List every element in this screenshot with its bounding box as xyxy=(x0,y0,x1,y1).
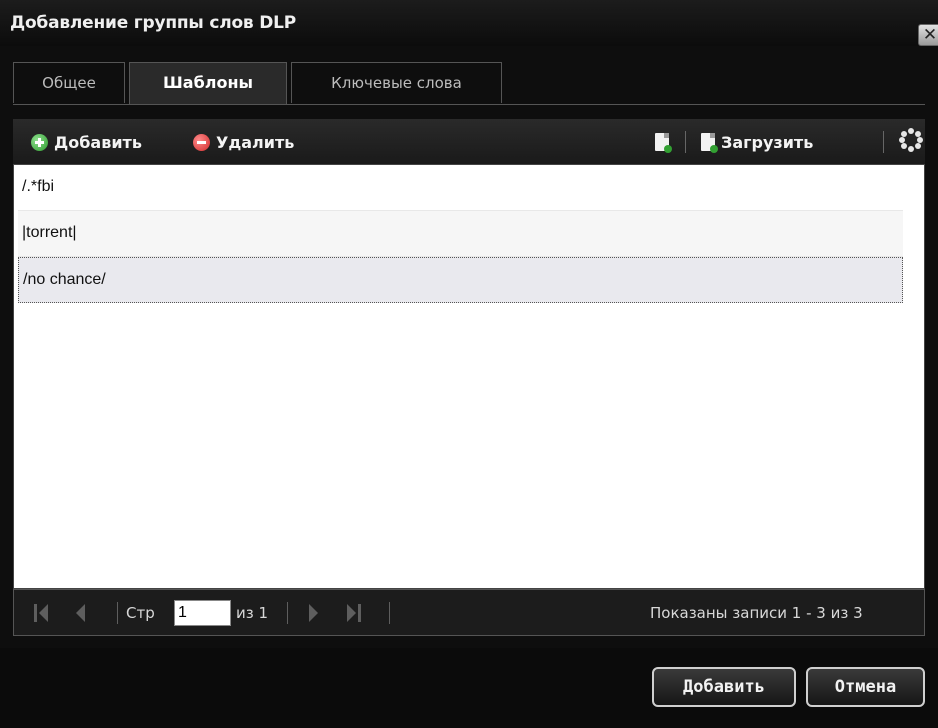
page-number-input[interactable]: 1 xyxy=(174,600,231,626)
upload-icon xyxy=(701,133,718,153)
toolbar-separator xyxy=(685,131,686,153)
templates-grid: /.*fbi |torrent| /no chance/ xyxy=(13,164,925,589)
dialog-window: Добавление группы слов DLP ✕ Общее Шабло… xyxy=(0,0,938,728)
last-page-icon[interactable] xyxy=(347,604,363,622)
prev-page-icon[interactable] xyxy=(76,604,88,622)
pager-separator xyxy=(287,602,288,624)
pager-separator xyxy=(389,602,390,624)
dialog-footer xyxy=(0,648,938,728)
toolbar-separator xyxy=(883,131,884,153)
page-count: из 1 xyxy=(236,604,269,622)
tab-keywords[interactable]: Ключевые слова xyxy=(291,62,502,103)
page-label: Стр xyxy=(126,604,155,622)
dialog-title: Добавление группы слов DLP xyxy=(10,13,297,33)
title-bar: Добавление группы слов DLP ✕ xyxy=(0,0,938,46)
records-status: Показаны записи 1 - 3 из 3 xyxy=(650,604,863,622)
upload-button[interactable]: Загрузить xyxy=(701,129,813,155)
delete-button[interactable]: Удалить xyxy=(193,129,294,155)
add-button-label: Добавить xyxy=(54,132,142,152)
upload-button-label: Загрузить xyxy=(721,132,814,152)
table-row[interactable]: /.*fbi xyxy=(18,165,903,211)
tab-general[interactable]: Общее xyxy=(13,62,125,103)
first-page-icon[interactable] xyxy=(34,604,50,622)
export-icon xyxy=(655,133,672,153)
close-icon[interactable]: ✕ xyxy=(918,24,938,46)
pager-separator xyxy=(117,602,118,624)
table-row[interactable]: |torrent| xyxy=(18,211,903,257)
delete-icon xyxy=(193,133,210,151)
pagination-bar: Стр 1 из 1 Показаны записи 1 - 3 из 3 xyxy=(13,589,925,636)
delete-button-label: Удалить xyxy=(216,132,295,152)
tab-strip: Общее Шаблоны Ключевые слова xyxy=(13,62,925,105)
refresh-icon[interactable] xyxy=(899,128,923,152)
cancel-button[interactable]: Отмена xyxy=(806,667,925,707)
export-button[interactable] xyxy=(655,129,675,155)
add-group-button[interactable]: Добавить xyxy=(652,667,796,707)
add-button[interactable]: Добавить xyxy=(31,129,142,155)
table-row[interactable]: /no chance/ xyxy=(18,257,903,303)
next-page-icon[interactable] xyxy=(309,604,321,622)
toolbar: Добавить Удалить Загрузить xyxy=(13,119,925,164)
add-icon xyxy=(31,133,48,151)
tab-templates[interactable]: Шаблоны xyxy=(129,62,287,104)
